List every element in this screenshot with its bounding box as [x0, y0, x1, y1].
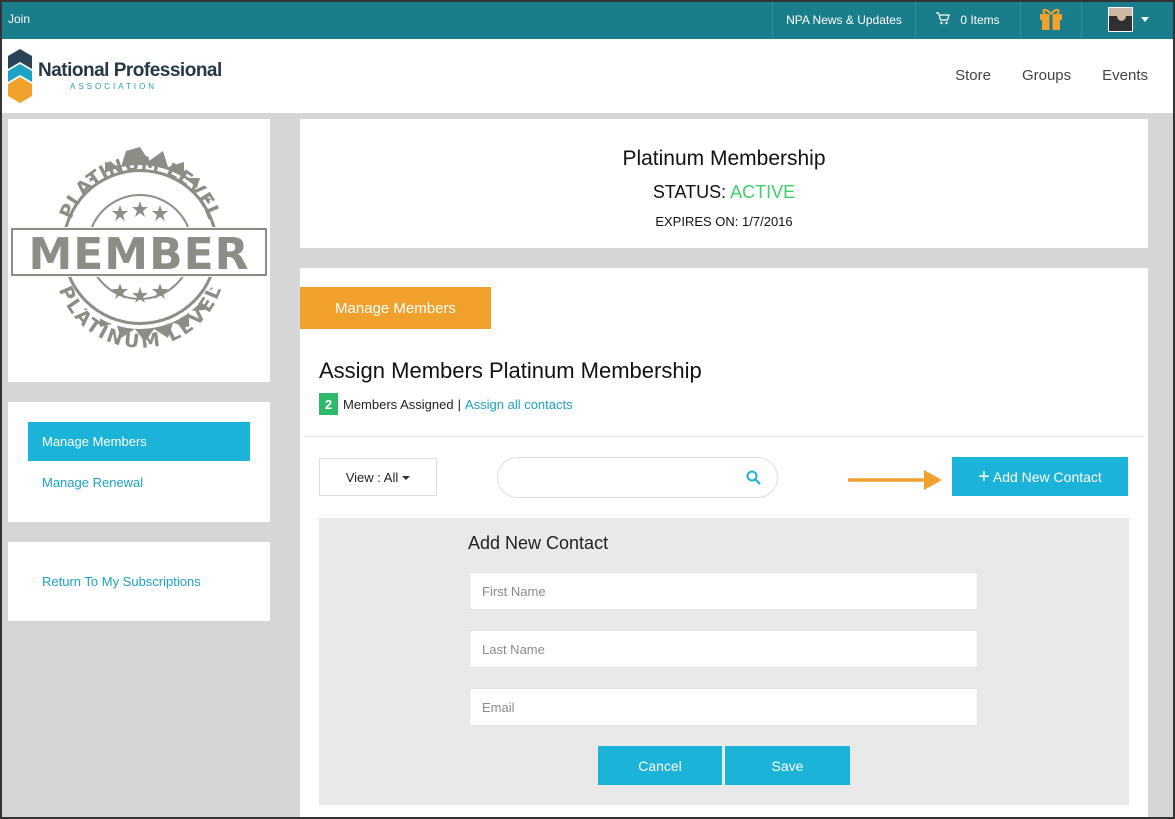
join-link[interactable]: Join — [8, 12, 30, 26]
assigned-count-badge: 2 — [319, 393, 338, 415]
platinum-member-seal: PLATINUM LEVEL PLATINUM LEVEL MEMBER — [8, 147, 270, 353]
logo-title: National Professional — [38, 60, 222, 81]
save-button[interactable]: Save — [725, 746, 850, 785]
news-updates-link[interactable]: NPA News & Updates — [772, 0, 915, 39]
assign-all-contacts-link[interactable]: Assign all contacts — [465, 397, 573, 412]
plan-name: Platinum Membership — [622, 147, 826, 170]
assigned-text: Members Assigned — [343, 396, 454, 412]
top-bar: Join NPA News & Updates 0 Items — [0, 0, 1175, 39]
last-name-input[interactable] — [470, 631, 977, 667]
news-updates-label: NPA News & Updates — [786, 12, 902, 27]
email-field — [469, 688, 978, 726]
return-card: Return To My Subscriptions — [8, 542, 270, 621]
sidebar-item-manage-renewal[interactable]: Manage Renewal — [42, 475, 143, 490]
membership-badge-card: PLATINUM LEVEL PLATINUM LEVEL MEMBER — [8, 119, 270, 382]
main-nav: Store Groups Events — [955, 67, 1148, 84]
view-filter-label: View : All — [345, 469, 399, 485]
add-new-contact-button[interactable]: + Add New Contact — [952, 457, 1128, 496]
search-box — [497, 457, 778, 498]
status-line: STATUS: ACTIVE — [300, 182, 1148, 203]
cart-button[interactable]: 0 Items — [915, 0, 1020, 39]
nav-events[interactable]: Events — [1102, 67, 1148, 84]
gift-icon — [1039, 5, 1063, 34]
return-subscriptions-link[interactable]: Return To My Subscriptions — [42, 574, 201, 589]
avatar — [1108, 7, 1133, 32]
user-menu[interactable] — [1081, 0, 1175, 39]
nav-store[interactable]: Store — [955, 67, 991, 84]
expiry-date: EXPIRES ON: 1/7/2016 — [655, 214, 793, 229]
arrow-right-icon — [848, 468, 944, 497]
chevron-down-icon — [1141, 17, 1149, 22]
email-input[interactable] — [470, 689, 977, 725]
logo-subtitle: ASSOCIATION — [70, 82, 158, 91]
status-label: STATUS: — [652, 182, 727, 202]
logo-icon[interactable] — [8, 49, 32, 108]
view-filter-dropdown[interactable]: View : All — [319, 458, 437, 496]
separator: | — [457, 396, 461, 412]
cart-label: 0 Items — [960, 12, 1000, 27]
add-contact-form: Add New Contact Cancel Save — [319, 518, 1129, 805]
cancel-button[interactable]: Cancel — [598, 746, 722, 785]
form-title: Add New Contact — [468, 533, 609, 553]
caret-down-icon — [402, 476, 411, 480]
site-header: National Professional ASSOCIATION Store … — [0, 39, 1175, 113]
sidebar-item-manage-members[interactable]: Manage Members — [28, 422, 250, 461]
status-badge: ACTIVE — [730, 182, 796, 202]
cart-icon — [936, 11, 951, 28]
plus-icon: + — [978, 465, 990, 488]
manage-members-card: Manage Members Assign Members Platinum M… — [300, 268, 1148, 819]
gift-button[interactable] — [1020, 0, 1081, 39]
tab-manage-members[interactable]: Manage Members — [300, 287, 491, 329]
divider — [304, 436, 1144, 437]
membership-status-card: Platinum Membership STATUS: ACTIVE EXPIR… — [300, 119, 1148, 248]
seal-main-text: MEMBER — [28, 229, 249, 280]
first-name-field — [469, 572, 978, 610]
page-title: Assign Members Platinum Membership — [319, 358, 702, 383]
add-new-contact-label: Add New Contact — [992, 468, 1102, 485]
search-icon[interactable] — [746, 470, 761, 490]
assigned-summary: 2 Members Assigned | Assign all contacts — [319, 393, 573, 415]
last-name-field — [469, 630, 978, 668]
search-input[interactable] — [514, 469, 734, 484]
sidebar-nav: Manage Members Manage Renewal — [8, 402, 270, 522]
nav-groups[interactable]: Groups — [1022, 67, 1071, 84]
first-name-input[interactable] — [470, 573, 977, 609]
